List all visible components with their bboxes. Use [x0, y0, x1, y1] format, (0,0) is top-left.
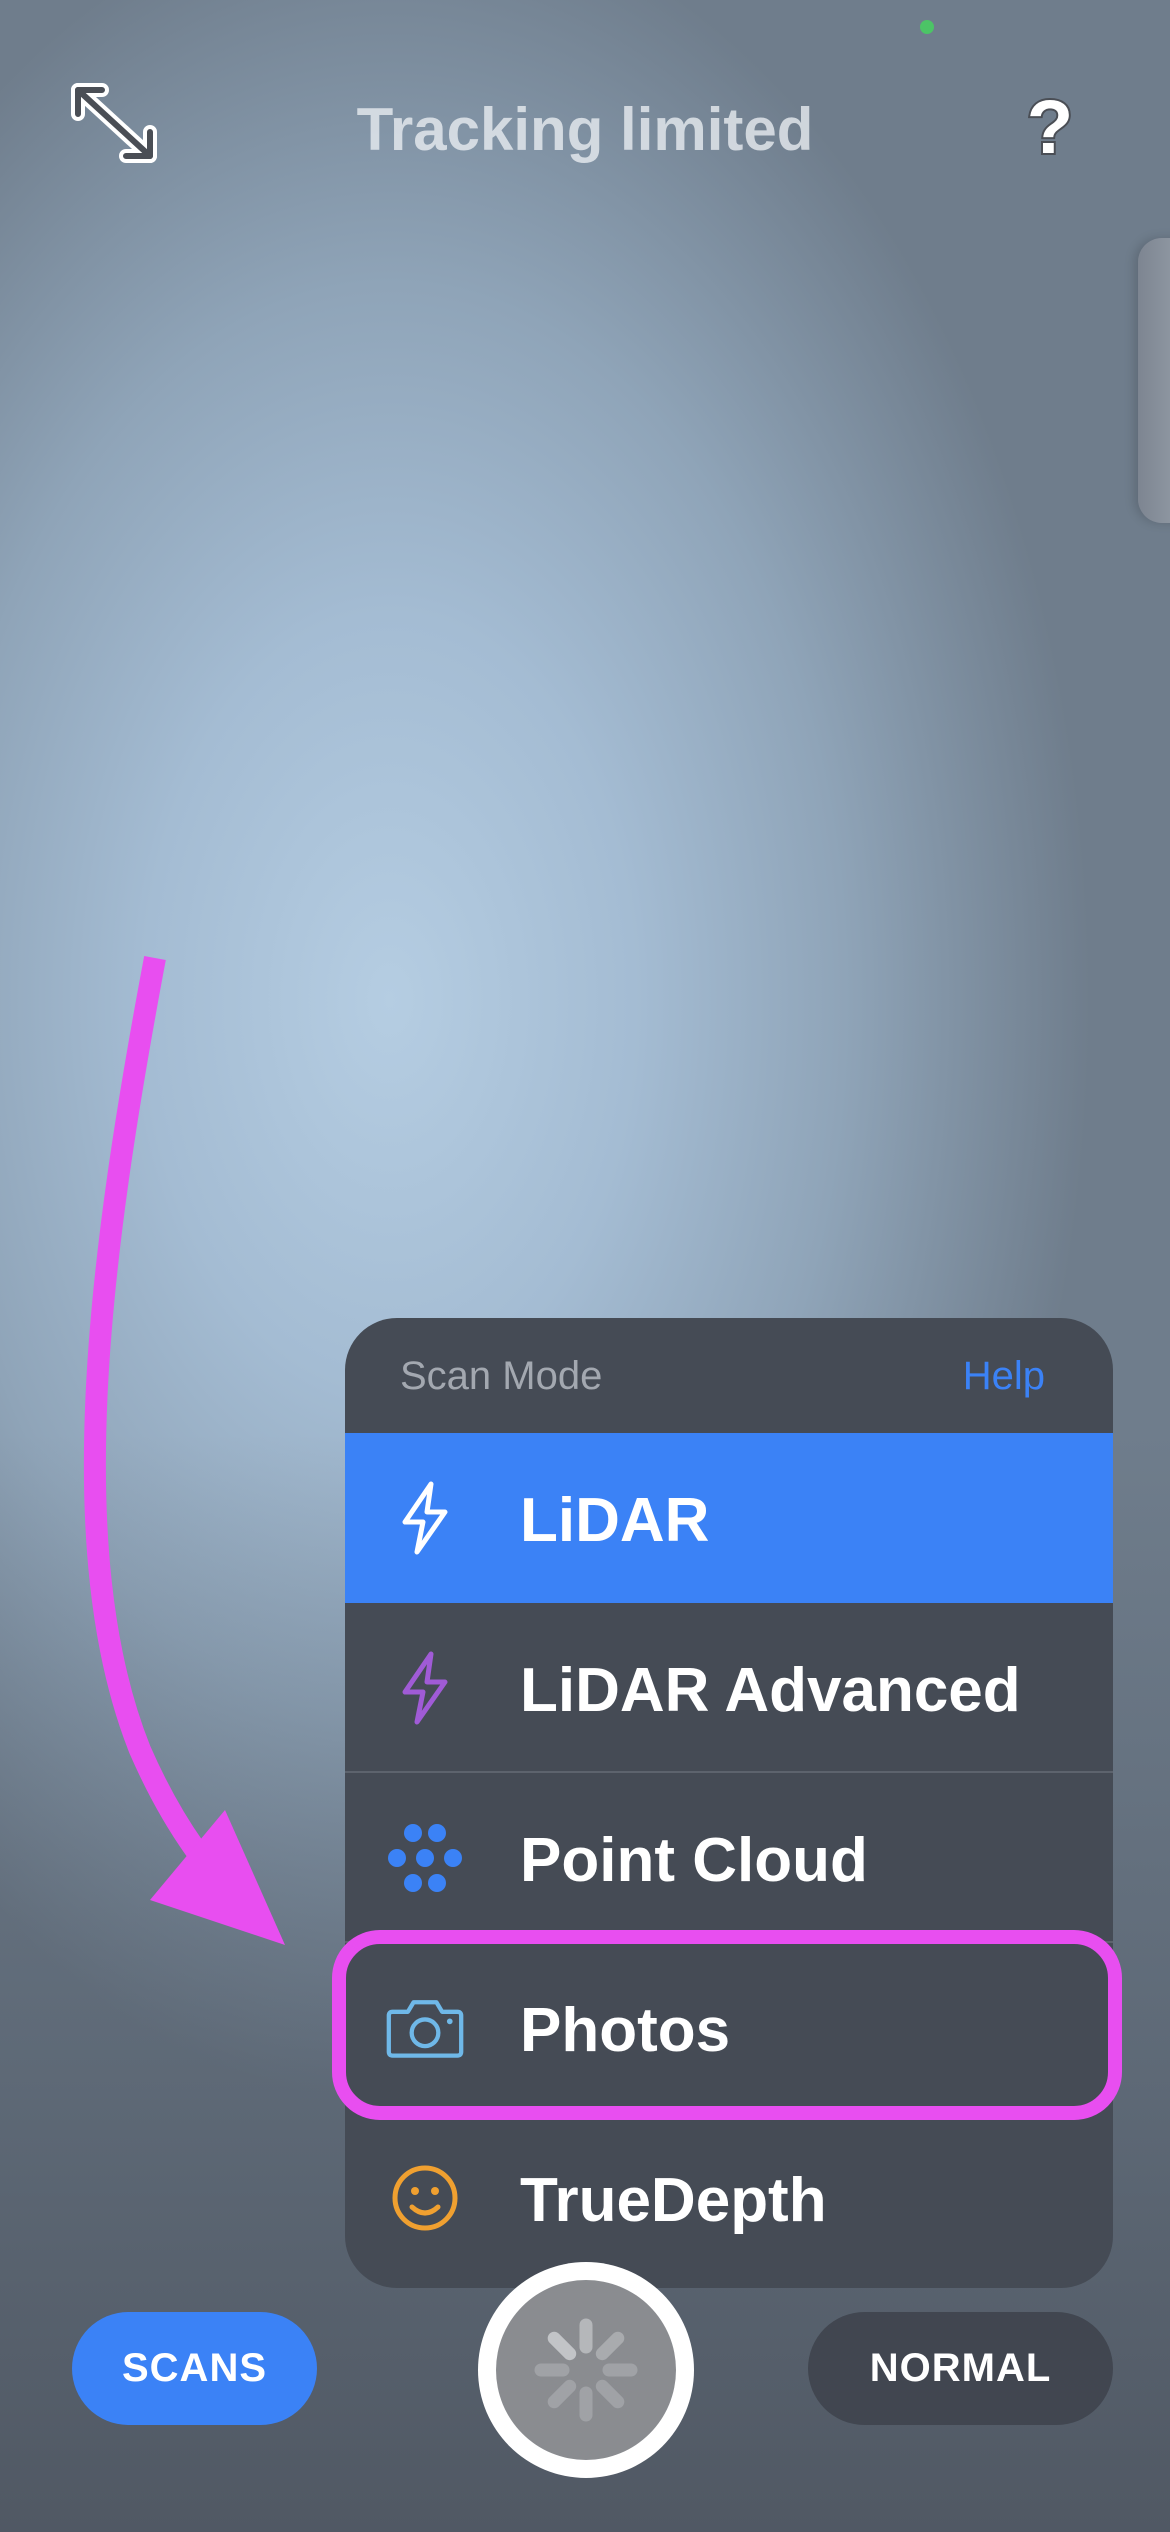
- help-question-icon[interactable]: ?: [1015, 86, 1085, 170]
- menu-item-truedepth[interactable]: TrueDepth: [345, 2113, 1113, 2283]
- menu-item-point-cloud[interactable]: Point Cloud: [345, 1773, 1113, 1943]
- camera-screen: Tracking limited ? Scan Mode Help LiDAR …: [0, 0, 1170, 2532]
- menu-item-label: LiDAR: [520, 1486, 710, 1555]
- loading-spinner-icon: [496, 2280, 676, 2460]
- scan-mode-menu: Scan Mode Help LiDAR LiDAR Advanced Poin…: [345, 1318, 1113, 2288]
- bolt-outline-icon: [385, 1648, 465, 1728]
- menu-item-label: TrueDepth: [520, 2166, 827, 2235]
- menu-item-lidar[interactable]: LiDAR: [345, 1433, 1113, 1603]
- smiley-icon: [385, 2158, 465, 2238]
- scans-button[interactable]: SCANS: [72, 2312, 317, 2425]
- camera-indicator-dot: [920, 20, 934, 34]
- photos-highlight-annotation: [332, 1930, 1122, 2120]
- scan-mode-header: Scan Mode Help: [345, 1318, 1113, 1433]
- tracking-status-title: Tracking limited: [356, 96, 814, 163]
- scan-mode-help-link[interactable]: Help: [963, 1354, 1045, 1399]
- shutter-button[interactable]: [478, 2262, 694, 2478]
- menu-item-label: Point Cloud: [520, 1826, 868, 1895]
- menu-item-lidar-advanced[interactable]: LiDAR Advanced: [345, 1603, 1113, 1773]
- normal-mode-button[interactable]: NORMAL: [808, 2312, 1113, 2425]
- bolt-icon: [385, 1478, 465, 1558]
- dots-icon: [385, 1818, 465, 1898]
- menu-item-label: LiDAR Advanced: [520, 1656, 1021, 1725]
- background-object: [1138, 238, 1170, 523]
- scan-mode-label: Scan Mode: [400, 1354, 603, 1398]
- expand-icon[interactable]: [68, 80, 160, 166]
